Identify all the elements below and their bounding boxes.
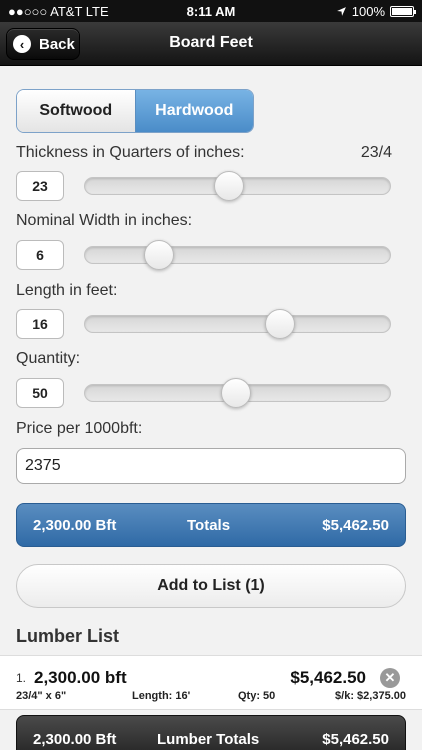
thickness-display: 23/4: [360, 144, 392, 161]
lumber-totals-bar: 2,300.00 Bft Lumber Totals $5,462.50: [16, 715, 406, 750]
width-slider-thumb[interactable]: [144, 240, 175, 270]
battery-fill: [392, 8, 412, 15]
length-slider-thumb[interactable]: [264, 309, 295, 339]
status-bar: ●●○○○ AT&T LTE 8:11 AM 100%: [0, 0, 422, 22]
lumber-totals-bft: 2,300.00 Bft: [33, 731, 117, 748]
thickness-label: Thickness in Quarters of inches:: [16, 144, 245, 161]
totals-bar: 2,300.00 Bft Totals $5,462.50: [16, 503, 406, 547]
length-label: Length in feet:: [16, 282, 118, 299]
battery-icon: [390, 6, 416, 17]
quantity-label: Quantity:: [16, 350, 81, 367]
location-arrow-icon: [336, 7, 346, 16]
totals-label: Totals: [187, 517, 231, 534]
list-item-price: $5,462.50: [290, 668, 366, 687]
status-right: 100%: [336, 4, 416, 19]
list-item[interactable]: 1. 2,300.00 bft $5,462.50 ✕ 23/4" x 6" L…: [0, 655, 422, 710]
totals-bft: 2,300.00 Bft: [33, 517, 117, 534]
wood-type-segmented-control: Softwood Hardwood: [16, 89, 254, 133]
width-label: Nominal Width in inches:: [16, 212, 193, 229]
list-item-rate: $/k: $2,375.00: [335, 690, 406, 702]
add-to-list-button[interactable]: Add to List (1): [16, 564, 406, 608]
width-input[interactable]: 6: [16, 240, 64, 270]
nav-bar: ‹ Back Board Feet: [0, 22, 422, 66]
segment-hardwood[interactable]: Hardwood: [134, 90, 253, 132]
list-item-qty: Qty: 50: [238, 690, 276, 702]
price-input[interactable]: 2375: [16, 448, 406, 484]
list-item-index: 1.: [16, 671, 27, 685]
list-item-length: Length: 16': [132, 690, 191, 702]
quantity-slider-thumb[interactable]: [221, 378, 252, 408]
segment-softwood[interactable]: Softwood: [17, 90, 135, 132]
lumber-totals-label: Lumber Totals: [157, 731, 260, 748]
page-title: Board Feet: [169, 34, 253, 51]
price-label: Price per 1000bft:: [16, 420, 143, 437]
lumber-list-header: Lumber List: [16, 626, 120, 646]
lumber-totals-amount: $5,462.50: [322, 731, 389, 748]
thickness-slider-thumb[interactable]: [213, 171, 244, 201]
battery-percent: 100%: [351, 4, 385, 19]
length-slider[interactable]: [84, 315, 391, 333]
remove-item-icon[interactable]: ✕: [380, 668, 400, 688]
list-item-bft: 2,300.00 bft: [34, 668, 127, 687]
quantity-input[interactable]: 50: [16, 378, 64, 408]
width-slider[interactable]: [84, 246, 391, 264]
totals-amount: $5,462.50: [322, 517, 389, 534]
list-item-dims: 23/4" x 6": [16, 690, 67, 702]
thickness-input[interactable]: 23: [16, 171, 64, 201]
length-input[interactable]: 16: [16, 309, 64, 339]
